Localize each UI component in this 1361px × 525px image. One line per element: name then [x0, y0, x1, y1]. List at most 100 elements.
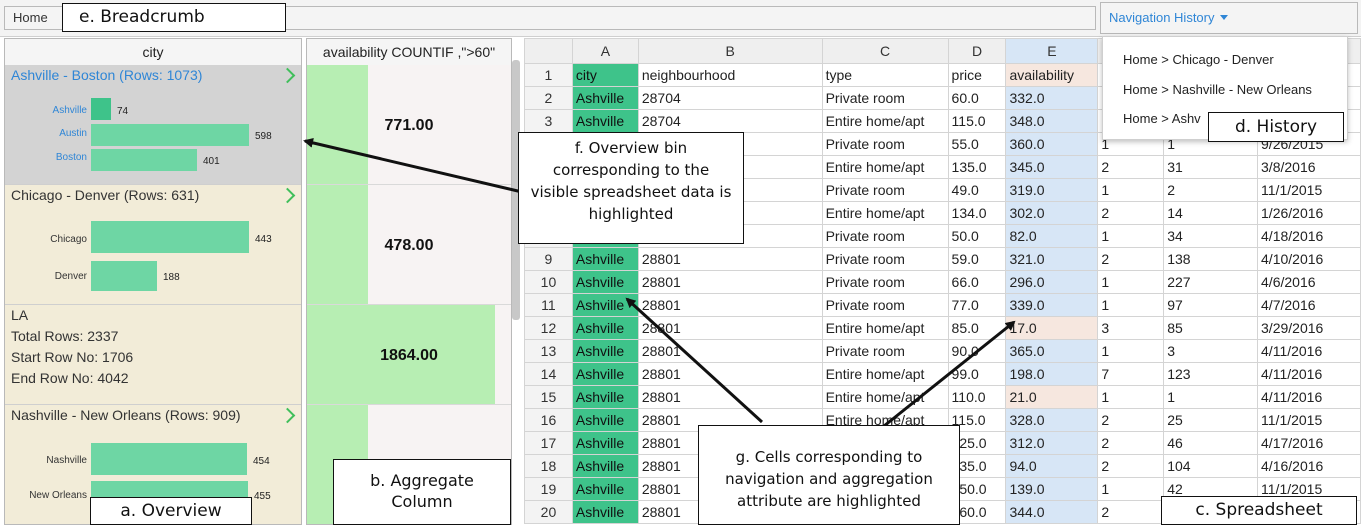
table-cell[interactable]: 115.0: [947, 109, 1007, 133]
table-cell[interactable]: 77.0: [947, 293, 1007, 317]
cell-availability[interactable]: 339.0: [1005, 293, 1099, 317]
chevron-right-icon[interactable]: [279, 187, 296, 204]
column-header[interactable]: E: [1005, 38, 1099, 64]
table-cell[interactable]: 4/7/2016: [1257, 293, 1361, 317]
table-cell[interactable]: 2: [1097, 500, 1165, 524]
table-cell[interactable]: 28704: [637, 109, 823, 133]
table-cell[interactable]: 28801: [637, 385, 823, 409]
cell-availability[interactable]: 360.0: [1005, 132, 1099, 156]
table-cell[interactable]: Entire home/apt: [821, 201, 949, 225]
table-cell[interactable]: 50.0: [947, 224, 1007, 248]
table-cell[interactable]: Private room: [821, 293, 949, 317]
cell-city[interactable]: Ashville: [571, 500, 639, 524]
cell-city[interactable]: Ashville: [571, 316, 639, 340]
table-cell[interactable]: Private room: [821, 178, 949, 202]
chevron-right-icon[interactable]: [279, 407, 296, 424]
row-number[interactable]: 20: [524, 500, 573, 524]
table-cell[interactable]: 4/18/2016: [1257, 224, 1361, 248]
cell-city[interactable]: Ashville: [571, 385, 639, 409]
table-cell[interactable]: 1: [1163, 385, 1259, 409]
table-cell[interactable]: Private room: [821, 339, 949, 363]
table-cell[interactable]: 227: [1163, 270, 1259, 294]
cell-availability[interactable]: 139.0: [1005, 477, 1099, 501]
table-cell[interactable]: 123: [1163, 362, 1259, 386]
overview-bin[interactable]: LA Total Rows: 2337 Start Row No: 1706 E…: [5, 305, 301, 405]
table-cell[interactable]: 1: [1097, 339, 1165, 363]
table-cell[interactable]: 110.0: [947, 385, 1007, 409]
cell-availability[interactable]: 365.0: [1005, 339, 1099, 363]
table-cell[interactable]: 28801: [637, 293, 823, 317]
table-cell[interactable]: 2: [1097, 431, 1165, 455]
table-cell[interactable]: 4/16/2016: [1257, 454, 1361, 478]
table-cell[interactable]: 49.0: [947, 178, 1007, 202]
cell-availability[interactable]: 319.0: [1005, 178, 1099, 202]
aggregate-cell[interactable]: 1864.00: [307, 305, 511, 405]
table-cell[interactable]: 134.0: [947, 201, 1007, 225]
table-cell[interactable]: 3: [1097, 316, 1165, 340]
column-header[interactable]: D: [947, 38, 1007, 64]
table-cell[interactable]: Private room: [821, 270, 949, 294]
table-cell[interactable]: 28801: [637, 316, 823, 340]
table-cell[interactable]: 90.0: [947, 339, 1007, 363]
table-cell[interactable]: 46: [1163, 431, 1259, 455]
table-cell[interactable]: 4/10/2016: [1257, 247, 1361, 271]
cell-availability[interactable]: 321.0: [1005, 247, 1099, 271]
table-cell[interactable]: 3: [1163, 339, 1259, 363]
table-cell[interactable]: 85: [1163, 316, 1259, 340]
navigation-history-button[interactable]: Navigation History: [1100, 2, 1358, 34]
cell-availability[interactable]: 344.0: [1005, 500, 1099, 524]
table-cell[interactable]: 1: [1097, 270, 1165, 294]
cell-city[interactable]: Ashville: [571, 408, 639, 432]
table-cell[interactable]: 2: [1097, 408, 1165, 432]
table-cell[interactable]: 34: [1163, 224, 1259, 248]
table-cell[interactable]: 60.0: [947, 86, 1007, 110]
column-header[interactable]: C: [821, 38, 949, 64]
table-cell[interactable]: 2: [1097, 201, 1165, 225]
table-cell[interactable]: Entire home/apt: [821, 316, 949, 340]
navigation-history-label[interactable]: Navigation History: [1109, 10, 1228, 25]
history-item[interactable]: Home > Ashv: [1123, 111, 1201, 126]
cell-availability[interactable]: availability: [1005, 63, 1099, 87]
cell-city[interactable]: city: [571, 63, 639, 87]
table-cell[interactable]: Entire home/apt: [821, 155, 949, 179]
table-cell[interactable]: neighbourhood: [637, 63, 823, 87]
row-number[interactable]: 10: [524, 270, 573, 294]
cell-availability[interactable]: 94.0: [1005, 454, 1099, 478]
aggregate-cell[interactable]: 478.00: [307, 185, 511, 305]
cell-city[interactable]: Ashville: [571, 362, 639, 386]
table-cell[interactable]: 4/11/2016: [1257, 362, 1361, 386]
table-cell[interactable]: 4/11/2016: [1257, 339, 1361, 363]
aggregate-cell[interactable]: 771.00: [307, 65, 511, 185]
table-cell[interactable]: Private room: [821, 247, 949, 271]
breadcrumb-home[interactable]: Home: [13, 10, 48, 25]
table-cell[interactable]: 4/17/2016: [1257, 431, 1361, 455]
row-number[interactable]: 3: [524, 109, 573, 133]
table-cell[interactable]: 28801: [637, 270, 823, 294]
table-cell[interactable]: 1: [1097, 293, 1165, 317]
row-number[interactable]: 11: [524, 293, 573, 317]
table-cell[interactable]: 14: [1163, 201, 1259, 225]
overview-bin[interactable]: Ashville - Boston (Rows: 1073) Ashville …: [5, 65, 301, 185]
table-cell[interactable]: 1: [1097, 385, 1165, 409]
table-cell[interactable]: 104: [1163, 454, 1259, 478]
cell-availability[interactable]: 82.0: [1005, 224, 1099, 248]
cell-city[interactable]: Ashville: [571, 339, 639, 363]
cell-availability[interactable]: 198.0: [1005, 362, 1099, 386]
history-item[interactable]: Home > Chicago - Denver: [1123, 52, 1274, 67]
row-number[interactable]: 14: [524, 362, 573, 386]
cell-city[interactable]: Ashville: [571, 270, 639, 294]
table-cell[interactable]: 31: [1163, 155, 1259, 179]
cell-availability[interactable]: 21.0: [1005, 385, 1099, 409]
table-cell[interactable]: 2: [1163, 178, 1259, 202]
table-cell[interactable]: 7: [1097, 362, 1165, 386]
table-cell[interactable]: 2: [1097, 155, 1165, 179]
row-number[interactable]: 12: [524, 316, 573, 340]
table-cell[interactable]: 66.0: [947, 270, 1007, 294]
table-cell[interactable]: Private room: [821, 132, 949, 156]
table-cell[interactable]: Private room: [821, 86, 949, 110]
table-cell[interactable]: Private room: [821, 224, 949, 248]
cell-availability[interactable]: 312.0: [1005, 431, 1099, 455]
table-cell[interactable]: 3/29/2016: [1257, 316, 1361, 340]
table-cell[interactable]: Entire home/apt: [821, 385, 949, 409]
cell-availability[interactable]: 328.0: [1005, 408, 1099, 432]
